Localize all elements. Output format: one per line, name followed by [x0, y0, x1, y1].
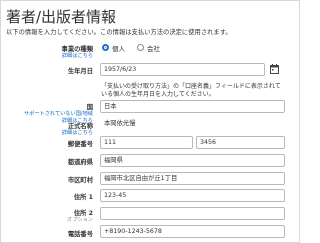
dob-label: 生年月日	[67, 68, 93, 75]
city-input[interactable]: 福岡市北区自由が丘1丁目	[100, 172, 285, 185]
dob-note-line2: いる個人の生年月日を入力してください。	[101, 91, 215, 98]
address1-input[interactable]: 123-45	[100, 189, 285, 202]
radio-individual-label: 個人	[112, 45, 125, 53]
formal-name-value: 本岡依光慢	[100, 118, 285, 131]
country-field[interactable]: 日本	[100, 100, 285, 113]
postal-code-input-2[interactable]: 3456	[196, 136, 285, 149]
postal-code-label: 郵便番号	[67, 141, 93, 148]
unsupported-country-link[interactable]: サポートされていない国/地域	[24, 110, 93, 117]
prefecture-input[interactable]: 福岡県	[100, 154, 285, 167]
radio-company-label: 会社	[147, 45, 160, 53]
phone-input[interactable]: +8190-1243-5678	[100, 225, 285, 238]
address2-input[interactable]	[100, 207, 285, 220]
address2-optional-note: オプション	[67, 217, 93, 223]
phone-label: 電話番号	[67, 231, 93, 238]
page-title: 著者/出版者情報	[6, 8, 117, 26]
entity-type-learn-more-link[interactable]: 詳細はこちら	[62, 52, 93, 59]
calendar-icon[interactable]	[270, 64, 279, 74]
intro-text: 以下の情報を入力してください。この情報は支払い方法の決定に使用されます。	[6, 29, 232, 36]
postal-code-input-1[interactable]: 111	[100, 136, 193, 149]
dob-input[interactable]: 1957/6/23	[100, 63, 265, 76]
radio-individual[interactable]	[102, 44, 109, 51]
prefecture-label: 都道府県	[67, 159, 93, 166]
city-label: 市区町村	[67, 177, 93, 184]
formal-name-learn-more-link[interactable]: 詳細はこちら	[62, 129, 93, 136]
address1-label: 住所 1	[73, 194, 93, 201]
radio-company[interactable]	[137, 44, 144, 51]
